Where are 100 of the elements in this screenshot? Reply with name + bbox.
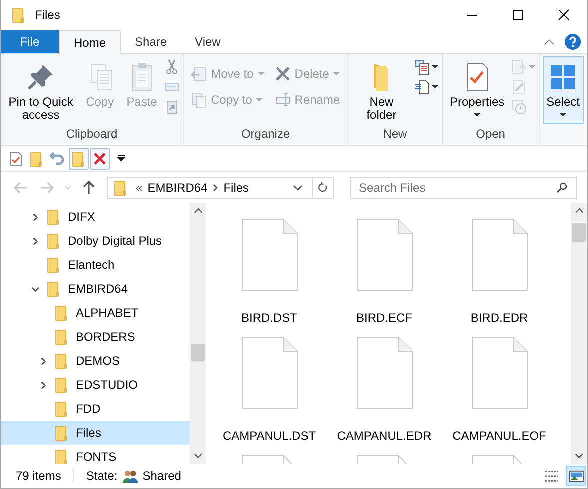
delete-icon [92, 150, 108, 166]
properties-icon [8, 150, 24, 166]
file-icon[interactable] [472, 337, 528, 409]
scroll-down-icon[interactable] [574, 453, 584, 459]
scroll-up-icon[interactable] [194, 208, 202, 214]
edit-icon [510, 79, 527, 95]
scrollbar[interactable] [190, 203, 206, 464]
folder-icon [71, 150, 87, 166]
group-label: New [382, 127, 408, 143]
ribbon-tab[interactable]: File [1, 30, 59, 53]
tree-item[interactable]: EMBIRD64 [1, 277, 190, 301]
ribbon-button[interactable]: Select [542, 56, 584, 124]
folder-icon [54, 353, 70, 369]
ribbon-button[interactable]: Properties [446, 56, 509, 120]
ribbon-button[interactable] [414, 59, 439, 75]
chevron-down-icon[interactable] [31, 284, 40, 294]
ribbon-tab[interactable]: View [181, 30, 235, 53]
scroll-thumb[interactable] [191, 344, 205, 361]
folder-icon [46, 209, 62, 225]
history-icon [510, 99, 527, 115]
tree-item[interactable]: FDD [1, 397, 190, 421]
ribbon-tab[interactable]: Home [59, 30, 122, 54]
folder-icon [46, 257, 62, 273]
folder-icon [54, 449, 70, 464]
group-label: Open [475, 127, 506, 143]
ribbon-tab[interactable]: Share [121, 30, 182, 53]
move-to-icon [191, 66, 208, 82]
file-icon[interactable] [242, 337, 298, 409]
file-name[interactable]: BIRD.EDR [470, 311, 528, 325]
new-item-icon [414, 59, 430, 75]
tree-item[interactable]: DIFX [1, 205, 190, 229]
ribbon-button[interactable]: Pin to Quick access [4, 56, 78, 125]
folder-icon [113, 180, 129, 196]
breadcrumb-item[interactable]: Files [224, 180, 250, 194]
folder-icon [46, 233, 62, 249]
help-icon[interactable] [565, 34, 581, 50]
caret-icon [432, 85, 439, 89]
tree-item[interactable]: Dolby Digital Plus [1, 229, 190, 253]
chevron-right-icon[interactable] [39, 356, 48, 366]
delete-button[interactable] [90, 148, 110, 170]
ribbon-button[interactable]: New folder [351, 56, 412, 125]
delete-icon [274, 66, 291, 82]
customize-toolbar-icon[interactable] [117, 155, 126, 162]
tree-item[interactable]: ALPHABET [1, 301, 190, 325]
state-label: State: [86, 469, 118, 483]
folder-icon [11, 7, 27, 23]
ribbon-button[interactable] [414, 79, 439, 95]
collapse-ribbon-icon[interactable] [544, 38, 555, 46]
breadcrumb-item[interactable]: EMBIRD64 [148, 180, 208, 194]
caret-icon [474, 113, 481, 117]
file-name[interactable]: BIRD.DST [241, 311, 298, 325]
file-name[interactable]: BIRD.ECF [356, 311, 412, 325]
scissors-icon [164, 59, 180, 75]
group-label: Clipboard [65, 127, 119, 143]
caret-icon [333, 72, 340, 76]
file-icon[interactable] [472, 219, 528, 291]
folder-icon [46, 281, 62, 297]
file-icon[interactable] [356, 337, 412, 409]
undo-icon [50, 150, 66, 166]
caret-icon [258, 72, 265, 76]
chevron-icon[interactable] [212, 184, 219, 192]
tree-item[interactable]: Files [1, 421, 190, 445]
caret-icon [432, 65, 439, 69]
window-title: Files [35, 8, 60, 22]
scroll-thumb[interactable] [572, 223, 586, 242]
file-name[interactable]: CAMPANUL.EDR [337, 429, 432, 443]
chevron-right-icon[interactable] [31, 212, 40, 222]
caret-icon [528, 65, 536, 69]
page-icon [414, 79, 430, 95]
up-arrow-icon[interactable] [81, 180, 97, 196]
search-icon [556, 182, 568, 194]
file-icon[interactable] [356, 219, 412, 291]
folder-icon [54, 329, 70, 345]
file-name[interactable]: CAMPANUL.EOF [452, 429, 546, 443]
refresh-icon[interactable] [317, 182, 329, 194]
large-icons-view-button[interactable] [566, 466, 586, 486]
folder-icon [54, 425, 70, 441]
image-icon [568, 470, 584, 482]
tree-item[interactable]: EDSTUDIO [1, 373, 190, 397]
address-bar[interactable]: « EMBIRD64 Files [107, 176, 334, 198]
chevron-right-icon[interactable] [31, 236, 40, 246]
item-count: 79 items [16, 469, 62, 483]
file-name[interactable]: CAMPANUL.DST [222, 429, 316, 443]
users-icon [122, 468, 139, 484]
scrollbar[interactable] [571, 203, 587, 464]
tree-item[interactable]: DEMOS [1, 349, 190, 373]
file-icon[interactable] [242, 219, 298, 291]
overflow-button[interactable]: « [136, 180, 143, 194]
details-icon [544, 470, 558, 482]
tree-item[interactable]: FONTS [1, 445, 190, 464]
scroll-up-icon[interactable] [574, 208, 584, 214]
state-value: Shared [142, 469, 182, 483]
folder-icon [54, 377, 70, 393]
chevron-down-icon[interactable] [293, 184, 303, 190]
scroll-down-icon[interactable] [194, 453, 202, 459]
tree-item[interactable]: Elantech [1, 253, 190, 277]
search-field[interactable]: Search Files [350, 176, 577, 198]
tree-item[interactable]: BORDERS [1, 325, 190, 349]
chevron-right-icon[interactable] [39, 380, 48, 390]
rename-icon [274, 92, 291, 108]
